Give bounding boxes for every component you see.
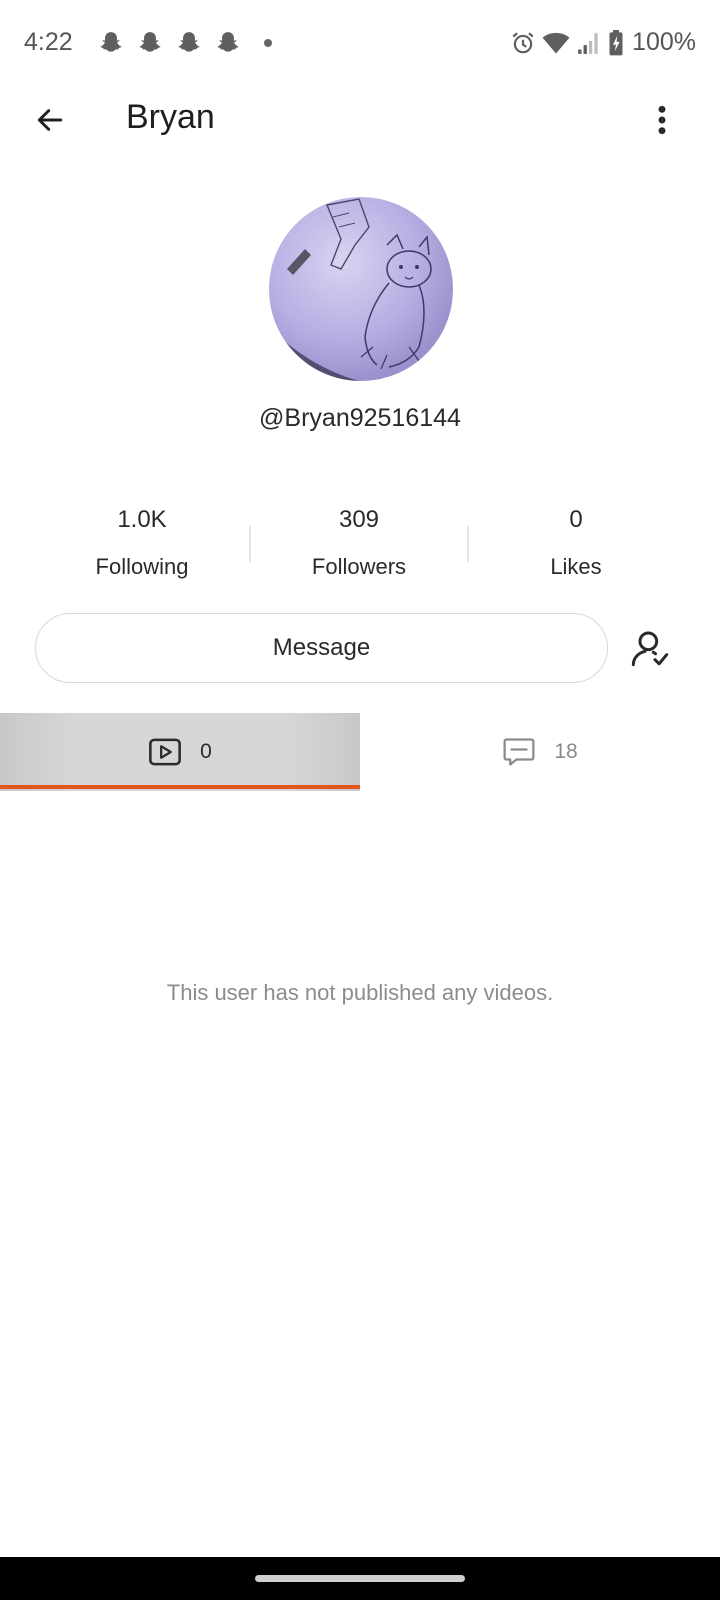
following-label: Following	[95, 554, 189, 579]
status-bar: 4:22 100%	[0, 0, 720, 90]
comments-count: 18	[554, 740, 578, 763]
likes-label: Likes	[550, 554, 602, 579]
page-title: Bryan	[126, 98, 215, 136]
message-button[interactable]: Message	[35, 613, 608, 683]
user-check-icon	[631, 631, 669, 667]
followers-count: 309	[338, 506, 380, 533]
stat-divider	[467, 526, 469, 562]
stat-divider	[249, 526, 251, 562]
notification-icons	[98, 30, 272, 56]
snapchat-icon	[139, 32, 161, 52]
comment-icon	[503, 738, 535, 766]
dog-sketch-avatar	[269, 197, 453, 381]
likes-count: 0	[569, 506, 583, 533]
battery-charging-icon	[609, 29, 623, 55]
selected-tab-indicator	[0, 785, 360, 789]
home-indicator[interactable]	[255, 1575, 465, 1582]
stat-following[interactable]: 1.0K Following	[37, 506, 247, 580]
snapchat-icon	[100, 32, 122, 52]
system-status: 100%	[510, 28, 696, 57]
app-bar: Bryan	[0, 90, 720, 148]
back-button[interactable]	[28, 98, 72, 142]
tab-videos[interactable]: 0	[0, 713, 360, 791]
profile-stats: 1.0K Following 309 Followers 0 Likes	[0, 506, 720, 588]
followers-label: Followers	[311, 554, 407, 579]
avatar[interactable]	[269, 197, 453, 381]
following-count: 1.0K	[117, 506, 167, 533]
battery-percentage: 100%	[632, 28, 696, 56]
alarm-icon	[512, 31, 534, 53]
tab-comments[interactable]: 18	[360, 713, 720, 791]
signal-icon	[578, 32, 598, 54]
arrow-left-icon	[37, 109, 63, 131]
more-vertical-icon	[658, 105, 666, 135]
more-notifications-dot	[264, 39, 272, 47]
content-tabs: 0 18	[0, 713, 720, 791]
snapchat-icon	[217, 32, 239, 52]
stat-followers[interactable]: 309 Followers	[254, 506, 464, 580]
following-status-button[interactable]	[626, 624, 674, 672]
status-time: 4:22	[24, 28, 73, 56]
profile-handle: @Bryan92516144	[259, 404, 461, 432]
more-options-button[interactable]	[640, 98, 684, 142]
empty-state-message: This user has not published any videos.	[166, 980, 554, 1005]
wifi-icon	[542, 32, 570, 53]
stat-likes[interactable]: 0 Likes	[471, 506, 681, 580]
snapchat-icon	[178, 32, 200, 52]
video-icon	[149, 738, 182, 766]
videos-count: 0	[200, 740, 212, 763]
